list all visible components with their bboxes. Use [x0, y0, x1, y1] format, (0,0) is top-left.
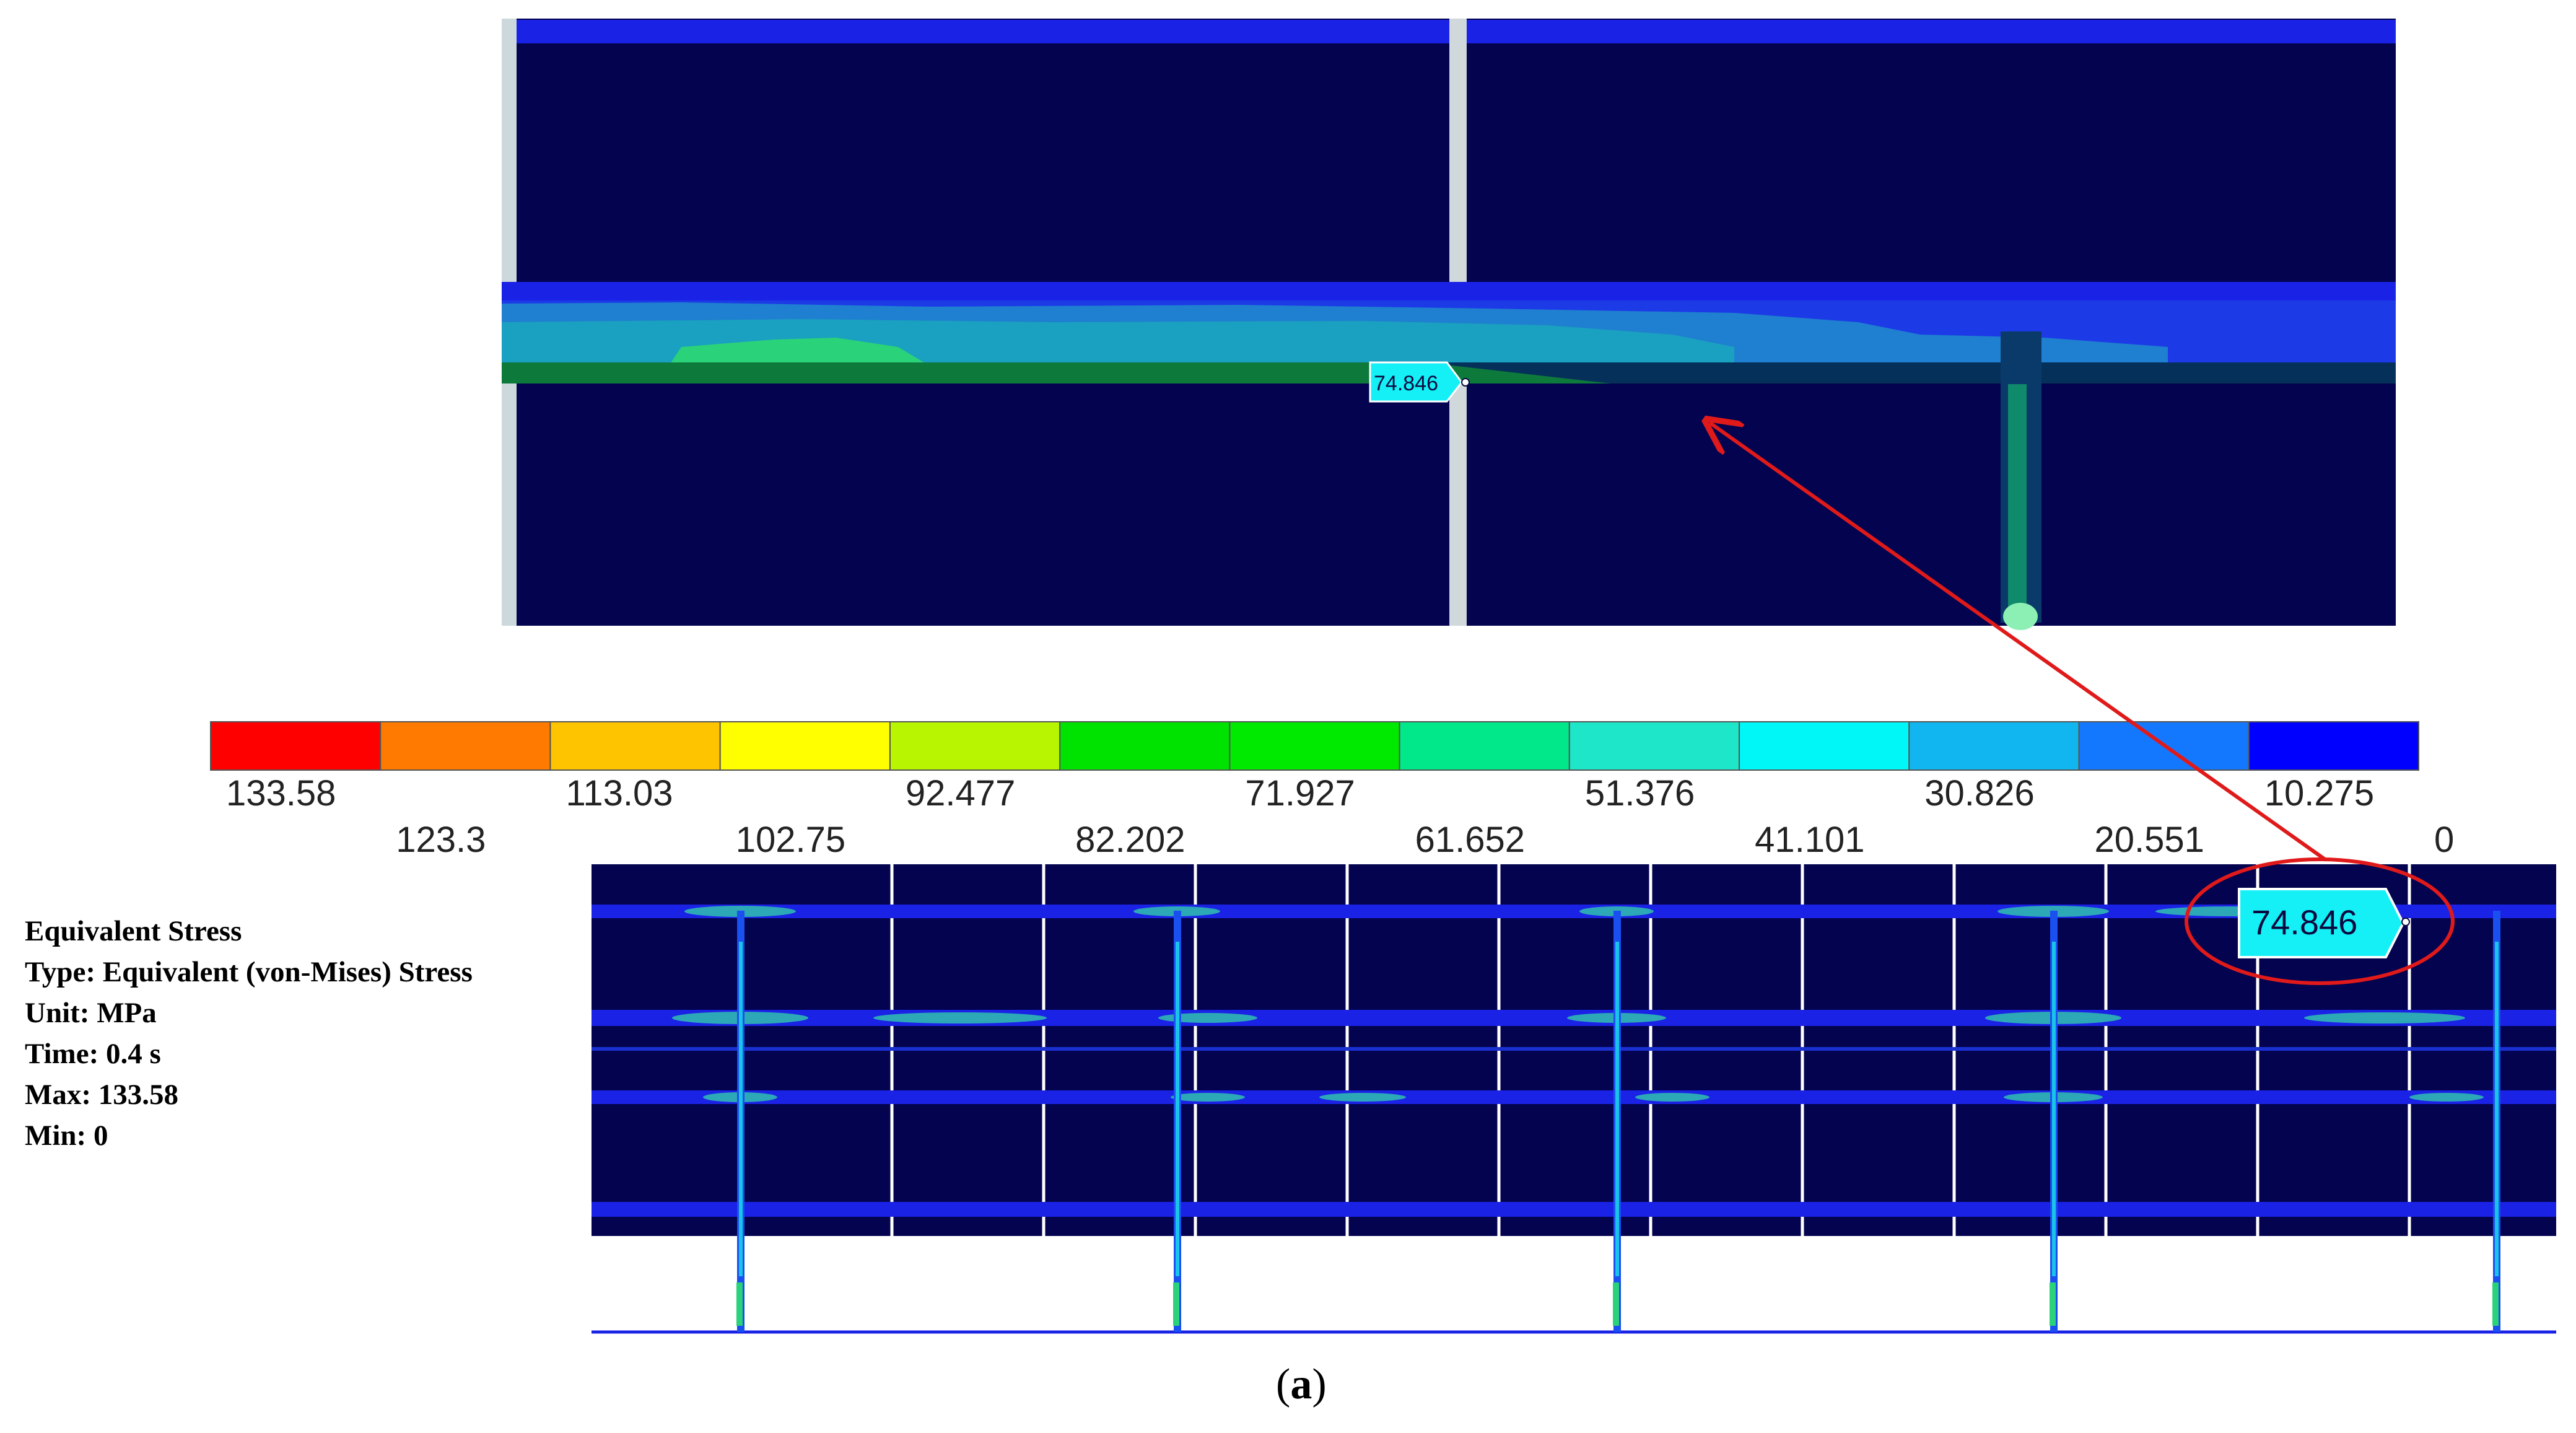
zoom-beam-top-flange	[502, 282, 2396, 300]
legend-label-top: 10.275	[2264, 773, 2374, 813]
info-max: Max: 133.58	[25, 1079, 179, 1111]
stress-hotspot	[2409, 1093, 2484, 1102]
zoom-vertical-post-core	[2008, 384, 2027, 620]
stress-figure: 74.846 133.58 113.03 92.477 71.927 51.376 30.…	[210, 19, 2556, 1335]
legend-swatch	[2248, 721, 2420, 771]
stress-hotspot	[1158, 1013, 1257, 1023]
vertical-post-stress	[2495, 942, 2499, 1276]
full-view-white-ground	[592, 1236, 2556, 1335]
legend-label-top: 30.826	[1924, 773, 2034, 813]
caption-open: (	[1276, 1361, 1291, 1408]
legend-swatch	[1739, 721, 1910, 771]
horizontal-beam-2-thin	[592, 1047, 2556, 1051]
post-base-stress	[1173, 1282, 1179, 1326]
zoom-view: 74.846	[502, 19, 2396, 630]
legend-label-top: 92.477	[906, 773, 1015, 813]
legend-swatch	[549, 721, 721, 771]
zoom-probe-label: 74.846	[1374, 372, 1438, 395]
horizontal-beam-3	[592, 1090, 2556, 1104]
result-info-block: Equivalent Stress Type: Equivalent (von-…	[25, 911, 582, 1156]
stress-hotspot	[1319, 1093, 1406, 1102]
legend-label-top: 133.58	[226, 773, 336, 813]
zoom-top-plate	[502, 20, 2396, 43]
legend-labels: 133.58 113.03 92.477 71.927 51.376 30.826 10.2…	[226, 773, 2454, 860]
stress-hotspot	[1171, 1093, 1245, 1102]
figure-caption: (a)	[1276, 1360, 1327, 1409]
color-legend: 133.58 113.03 92.477 71.927 51.376 30.826 10.2…	[210, 721, 2454, 860]
info-min: Min: 0	[25, 1120, 108, 1152]
legend-label-bottom: 0	[2434, 820, 2454, 860]
legend-swatch	[380, 721, 551, 771]
legend-swatch	[719, 721, 891, 771]
post-base-stress	[2492, 1282, 2499, 1326]
caption-close: )	[1312, 1361, 1327, 1408]
full-view: 74.846	[592, 857, 2556, 1335]
vertical-post-stress	[1615, 942, 1619, 1276]
stress-hotspot	[1635, 1093, 1709, 1102]
legend-label-top: 113.03	[565, 773, 673, 813]
vertical-post-stress	[739, 942, 743, 1276]
info-time: Time: 0.4 s	[25, 1038, 161, 1070]
legend-label-bottom: 61.652	[1415, 820, 1525, 860]
full-probe-label: 74.846	[2251, 903, 2357, 942]
legend-label-bottom: 20.551	[2095, 820, 2204, 860]
post-base-stress	[736, 1282, 743, 1326]
legend-swatch	[210, 721, 382, 771]
info-title: Equivalent Stress	[25, 915, 242, 947]
vertical-post-stress	[2052, 942, 2056, 1276]
stress-hotspot	[873, 1012, 1047, 1023]
caption-letter: a	[1290, 1361, 1312, 1408]
legend-label-bottom: 41.101	[1755, 820, 1864, 860]
full-probe-point	[2401, 918, 2410, 926]
stress-hotspot	[2304, 1012, 2465, 1023]
zoom-probe-point	[1461, 378, 1470, 387]
legend-label-top: 51.376	[1585, 773, 1695, 813]
legend-swatch	[889, 721, 1061, 771]
legend-label-bottom: 82.202	[1075, 820, 1185, 860]
legend-swatch	[1568, 721, 1740, 771]
legend-swatch	[1399, 721, 1570, 771]
post-base-stress	[1613, 1282, 1619, 1326]
horizontal-beam-4	[592, 1202, 2556, 1217]
info-unit: Unit: MPa	[25, 997, 157, 1029]
info-type: Type: Equivalent (von-Mises) Stress	[25, 956, 473, 988]
legend-swatch	[1229, 721, 1400, 771]
zoom-post-base-hotspot	[2003, 603, 2038, 630]
legend-swatch	[1059, 721, 1231, 771]
legend-label-bottom: 102.75	[736, 820, 845, 860]
legend-swatches	[210, 721, 2420, 771]
legend-label-bottom: 123.3	[396, 820, 486, 860]
post-base-stress	[2050, 1282, 2056, 1326]
legend-label-top: 71.927	[1245, 773, 1355, 813]
legend-swatch	[1908, 721, 2080, 771]
vertical-post-stress	[1176, 942, 1179, 1276]
